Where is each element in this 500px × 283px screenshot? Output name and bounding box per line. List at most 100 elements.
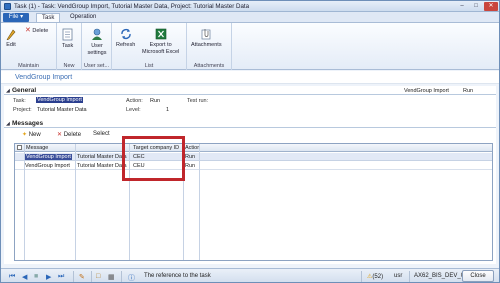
action-field-label: Action: [126,98,143,104]
user-settings-button[interactable]: User settings [85,28,109,56]
task-field-label: Task: [13,98,26,104]
general-heading: General [12,87,37,94]
grid-divider [199,144,200,260]
level-field[interactable]: 1 [166,107,169,113]
server-name: AX62_BIS_DEV_01 [414,273,468,279]
new-message-button[interactable]: ✦ New [22,131,41,138]
form-header: VendGroup Import [1,71,499,84]
maximize-button[interactable]: □ [469,2,483,11]
cell-action[interactable]: Run [185,154,195,160]
cell-project[interactable]: Tutorial Master Data [77,163,128,169]
level-field-label: Level: [126,107,141,113]
tab-operation[interactable]: Operation [65,13,101,22]
grid-divider [75,144,76,260]
record-info-icon[interactable]: ▦ [108,273,115,281]
table-row[interactable]: VendGroup Import Tutorial Master Data CE… [15,162,492,170]
status-divider [121,271,122,282]
status-divider [361,271,362,282]
last-record-icon[interactable]: ⏭ [58,273,64,281]
previous-record-icon[interactable]: ◀ [22,273,27,281]
new-task-button[interactable]: Task [62,28,73,50]
task-window: Task (1) - Task: VendGroup Import, Tutor… [0,0,500,283]
user-settings-label: User settings [87,43,107,56]
group-new: Task New [57,23,82,70]
select-all-checkbox[interactable] [17,145,22,150]
user-icon [92,28,102,40]
task-document-icon [62,28,73,41]
delete-label: Delete [63,132,82,138]
edit-mode-icon[interactable]: ✎ [79,273,85,281]
messages-grid: Message Target company ID Action VendGro… [14,143,493,261]
excel-icon [155,28,166,40]
col-header-message[interactable]: Message [26,145,48,151]
refresh-icon [120,28,131,40]
cell-message[interactable]: VendGroup Import [25,154,72,160]
export-excel-button[interactable]: Export to Microsoft Excel [142,28,179,55]
cell-action[interactable]: Run [185,163,195,169]
task-label: Task [62,43,74,49]
grid-header-row: Message Target company ID Action [15,144,492,152]
messages-fasttab: ◢ Messages ✦ New ✕ Delete Select Message… [4,119,496,264]
refresh-button[interactable]: Refresh [116,28,135,49]
group-new-label: New [63,63,75,69]
select-button[interactable]: Select [93,131,110,137]
right-status: Run [463,88,474,94]
messages-heading: Messages [12,120,44,127]
col-header-action[interactable]: Action [185,145,200,151]
status-bar: ⏮ ◀ ■ ▶ ⏭ ✎ □ ▦ ⓘ The reference to the t… [1,268,499,282]
messages-header[interactable]: ◢ Messages [4,119,496,128]
collapse-triangle-icon: ◢ [6,121,10,127]
status-divider [91,271,92,282]
table-row[interactable]: VendGroup Import Tutorial Master Data CE… [15,153,492,161]
delete-message-button[interactable]: ✕ Delete [57,131,81,138]
new-star-icon: ✦ [22,132,28,138]
refresh-label: Refresh [116,42,136,48]
edit-label: Edit [6,42,16,48]
task-field[interactable]: VendGroup Import [36,97,83,103]
notification-count[interactable]: ⚠(52) [367,273,383,280]
file-menu-button[interactable]: File ▾ [3,13,29,22]
grid-divider [24,144,25,260]
delete-icon: ✕ [25,27,31,34]
attachments-button[interactable]: Attachments [191,28,222,49]
paperclip-icon [201,29,211,40]
testrun-field-label: Test run: [187,98,209,104]
ribbon-tabs: File ▾ Task Operation [1,12,499,22]
first-record-icon[interactable]: ⏮ [9,273,15,281]
group-attachments-label: Attachments [193,63,225,69]
status-divider [409,271,410,282]
form-title: VendGroup Import [15,74,73,81]
cell-message[interactable]: VendGroup Import [25,163,70,169]
cell-project[interactable]: Tutorial Master Data [77,154,128,160]
collapse-triangle-icon: ◢ [6,88,10,94]
delete-icon: ✕ [57,132,63,138]
ribbon: Edit ✕ Delete Maintain Task New User set… [1,22,499,70]
annotation-highlight-box [122,136,185,181]
general-header[interactable]: ◢ General VendGroup Import Run [4,86,496,95]
minimize-button[interactable]: – [455,2,469,11]
group-list-label: List [144,63,154,69]
new-label: New [28,132,41,138]
stop-icon[interactable]: ■ [34,273,38,280]
tab-task[interactable]: Task [36,13,61,22]
general-fasttab: ◢ General VendGroup Import Run Task: Ven… [4,86,496,119]
right-caption: VendGroup Import [404,88,449,94]
info-icon: ⓘ [128,275,135,282]
pencil-icon [6,29,16,40]
document-icon[interactable]: □ [96,273,100,280]
file-label: File [8,14,19,20]
export-label-line2: Microsoft Excel [142,48,180,55]
delete-button[interactable]: ✕ Delete [25,27,48,35]
edit-button[interactable]: Edit [6,28,16,49]
close-window-button[interactable]: ✕ [484,2,498,11]
group-user-setup-label: User set... [83,63,110,69]
group-maintain-label: Maintain [18,63,39,69]
close-button[interactable]: Close [462,270,494,282]
project-field[interactable]: Tutorial Master Data [37,107,87,113]
company-indicator[interactable]: usr [394,273,402,279]
export-label-line1: Export to [149,42,172,48]
notification-count-label: (52) [372,274,384,280]
group-maintain: Edit ✕ Delete Maintain [1,23,57,70]
action-field[interactable]: Run [150,98,160,104]
next-record-icon[interactable]: ▶ [46,273,51,281]
